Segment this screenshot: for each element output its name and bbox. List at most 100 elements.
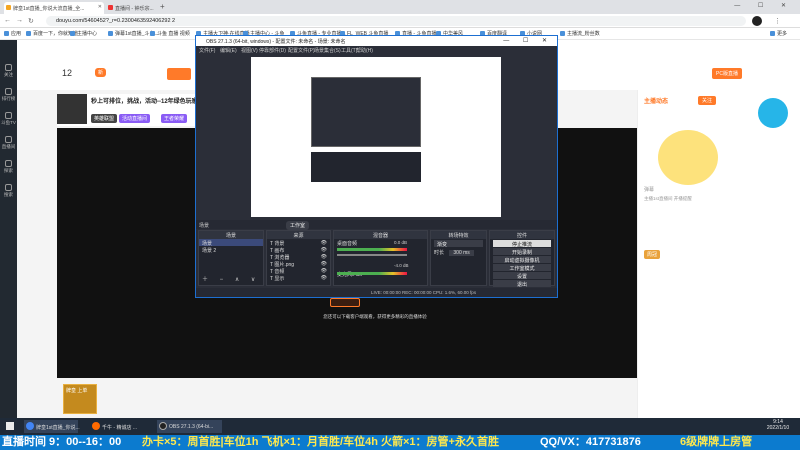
nav-icon	[5, 136, 12, 143]
profile-avatar[interactable]	[752, 16, 762, 26]
obs-control-button[interactable]: 退出	[493, 280, 551, 288]
visibility-icon[interactable]: 👁	[321, 268, 327, 274]
url-input[interactable]: douyu.com/5460452?_r=0.2300463592406292 …	[46, 16, 746, 26]
douyu-logo-icon[interactable]	[167, 68, 191, 80]
scene-mode-toggle[interactable]: 工作室	[286, 221, 310, 230]
visibility-icon[interactable]: 👁	[321, 275, 327, 281]
left-nav-item[interactable]: 排行榜	[0, 86, 17, 106]
scene-controls-icon[interactable]: ＋ − ∧ ∨	[202, 274, 260, 283]
left-nav-label: 直播间	[1, 144, 16, 149]
bookmark-item[interactable]: 斗鱼 直播 视频	[150, 30, 190, 37]
ticker-offer: 办卡×5：周首胜|车位1h 飞机×1：月首胜/车位4h 火箭×1：房管+永久首胜	[142, 436, 499, 448]
obs-control-button[interactable]: 开始录制	[493, 248, 551, 256]
close-tab-icon[interactable]: ✕	[98, 4, 102, 10]
browser-tab-active[interactable]: 牌皇1st直播_你说大流直播_全... ✕	[4, 2, 104, 14]
browser-tab[interactable]: 直播间 - 钟乐宗...	[106, 2, 156, 14]
obs-control-button[interactable]: 设置	[493, 272, 551, 280]
room-info: 秒上可排位，挑战，活动--12年绿色玩家 英雄联盟 活动直播间 王者荣耀	[57, 94, 198, 126]
left-nav-item[interactable]: 探索	[0, 158, 17, 178]
nav-icon	[5, 88, 12, 95]
duration-label: 时长	[434, 250, 445, 256]
forward-icon[interactable]: →	[16, 17, 23, 24]
obs-menu-item[interactable]: 视图(V)	[241, 47, 258, 54]
chat-message: 主播1st直播间 开播提醒	[644, 196, 740, 246]
site-favicon	[108, 5, 113, 10]
bookmark-item[interactable]: 应用	[4, 30, 21, 37]
sources-list: T 背景 👁 T 画布 👁 T 浏览器 👁 T 图片.png 👁 T 音频 👁 T 显示 …	[267, 239, 330, 282]
room-tag[interactable]: 王者荣耀	[161, 114, 188, 123]
controls-header: 控件	[490, 231, 554, 239]
obs-menu-item[interactable]: 文件(F)	[199, 47, 215, 54]
obs-control-button[interactable]: 停止推流	[493, 240, 551, 248]
duration-row: 时长 300 ms	[431, 248, 486, 256]
pc-live-button[interactable]: PC版直播	[712, 68, 742, 79]
float-ad[interactable]	[750, 90, 795, 130]
obs-menubar: 文件(F) 编辑(E) 视图(V) 停靠部件(D) 配置文件(P) 场景集合(S) 工具(T…	[196, 46, 557, 55]
mixer-header: 混音器	[334, 231, 427, 239]
screen: 牌皇1st直播_你说大流直播_全... ✕ 直播间 - 钟乐宗... + — ☐…	[0, 0, 800, 450]
window-controls[interactable]: — ☐ ✕	[734, 2, 794, 9]
visibility-icon[interactable]: 👁	[321, 261, 327, 267]
obs-control-button[interactable]: 启动虚拟摄像机	[493, 256, 551, 264]
new-tab-icon[interactable]: +	[160, 2, 165, 11]
level-chip: 周冠	[644, 250, 661, 259]
scenes-dock: 场景 场景 场景 2 ＋ − ∧ ∨	[198, 230, 264, 286]
chat-tab[interactable]: 弹幕	[644, 186, 654, 193]
left-nav-item[interactable]: 关注	[0, 62, 17, 82]
volume-slider[interactable]	[337, 254, 407, 256]
bookmark-item[interactable]: 主播流_粉丝数	[560, 30, 600, 37]
address-bar-row: ← → ↻ douyu.com/5460452?_r=0.23004635924…	[0, 14, 800, 28]
bookmark-item[interactable]: 更多	[770, 30, 787, 37]
nav-icon	[5, 64, 12, 71]
left-nav-item[interactable]: 直播间	[0, 134, 17, 154]
scene-item[interactable]: 场景	[199, 239, 263, 247]
promo-icon[interactable]	[758, 98, 788, 128]
obs-window-controls[interactable]: — ☐ ✕	[503, 37, 553, 44]
bookmark-item[interactable]: 主播中心	[70, 30, 97, 37]
obs-menu-item[interactable]: 停靠部件(D)	[259, 47, 286, 54]
menu-icon[interactable]: ⋮	[774, 17, 781, 25]
controls-dock: 控件 停止推流 开始录制 启动虚拟摄像机 工作室模式 设置 退出	[489, 230, 555, 288]
streamer-avatar[interactable]	[57, 94, 87, 124]
nav-icon	[5, 184, 12, 191]
back-icon[interactable]: ←	[4, 17, 11, 24]
left-nav-item[interactable]: 搜索	[0, 182, 17, 202]
visibility-icon[interactable]: 👁	[321, 247, 327, 253]
left-nav-item[interactable]: 斗鱼TV	[0, 110, 17, 130]
overlay-button[interactable]	[330, 298, 360, 307]
header-count: 12	[62, 68, 73, 78]
obs-control-button[interactable]: 工作室模式	[493, 264, 551, 272]
obs-menu-item[interactable]: 编辑(E)	[220, 47, 237, 54]
source-item[interactable]: T 图片.png 👁	[267, 260, 330, 268]
obs-menu-item[interactable]: 配置文件(P)	[288, 47, 315, 54]
scene-item[interactable]: 场景 2	[199, 246, 263, 254]
obs-menu-item[interactable]: 工具(T)	[341, 47, 357, 54]
duration-input[interactable]: 300 ms	[449, 250, 474, 256]
source-item[interactable]: T 显示 👁	[267, 274, 330, 282]
transition-select[interactable]: 渐变	[434, 240, 483, 248]
sources-dock: 来源 T 背景 👁 T 画布 👁 T 浏览器 👁 T 图片.png 👁 T 音频 👁 T …	[266, 230, 331, 286]
volume-meter	[337, 248, 407, 251]
obs-menu-item[interactable]: 帮助(H)	[356, 47, 373, 54]
visibility-icon[interactable]: 👁	[321, 254, 327, 260]
obs-menu-item[interactable]: 场景集合(S)	[314, 47, 341, 54]
source-item[interactable]: T 音频 👁	[267, 267, 330, 275]
obs-icon	[159, 422, 167, 430]
mixer-dock: 混音器 桌面音频 0.0 dB 麦克风/Aux -4.0 dB	[333, 230, 428, 286]
room-tag[interactable]: 活动直播间	[119, 114, 151, 123]
visibility-icon[interactable]: 👁	[321, 240, 327, 246]
source-item[interactable]: T 背景 👁	[267, 239, 330, 247]
bottom-card[interactable]: 牌皇 上单	[63, 384, 97, 414]
clock[interactable]: 9:14 2022/1/10	[760, 419, 796, 431]
source-item[interactable]: T 浏览器 👁	[267, 253, 330, 261]
room-tag[interactable]: 英雄联盟	[91, 114, 118, 123]
taskbar-item[interactable]: OBS 27.1.3 (64-bi...	[157, 420, 222, 433]
source-item[interactable]: T 画布 👁	[267, 246, 330, 254]
follow-button[interactable]: 关注	[698, 96, 717, 105]
taskbar-item[interactable]: 牌皇1st直播_你说...	[24, 420, 80, 433]
chat-user: 主播1st直播间 开播提醒	[644, 196, 692, 201]
start-icon[interactable]	[6, 422, 14, 430]
reload-icon[interactable]: ↻	[28, 17, 34, 25]
taskbar-item[interactable]: 千牛 - 精诚店 ...	[90, 420, 150, 433]
obs-preview[interactable]	[251, 57, 501, 217]
